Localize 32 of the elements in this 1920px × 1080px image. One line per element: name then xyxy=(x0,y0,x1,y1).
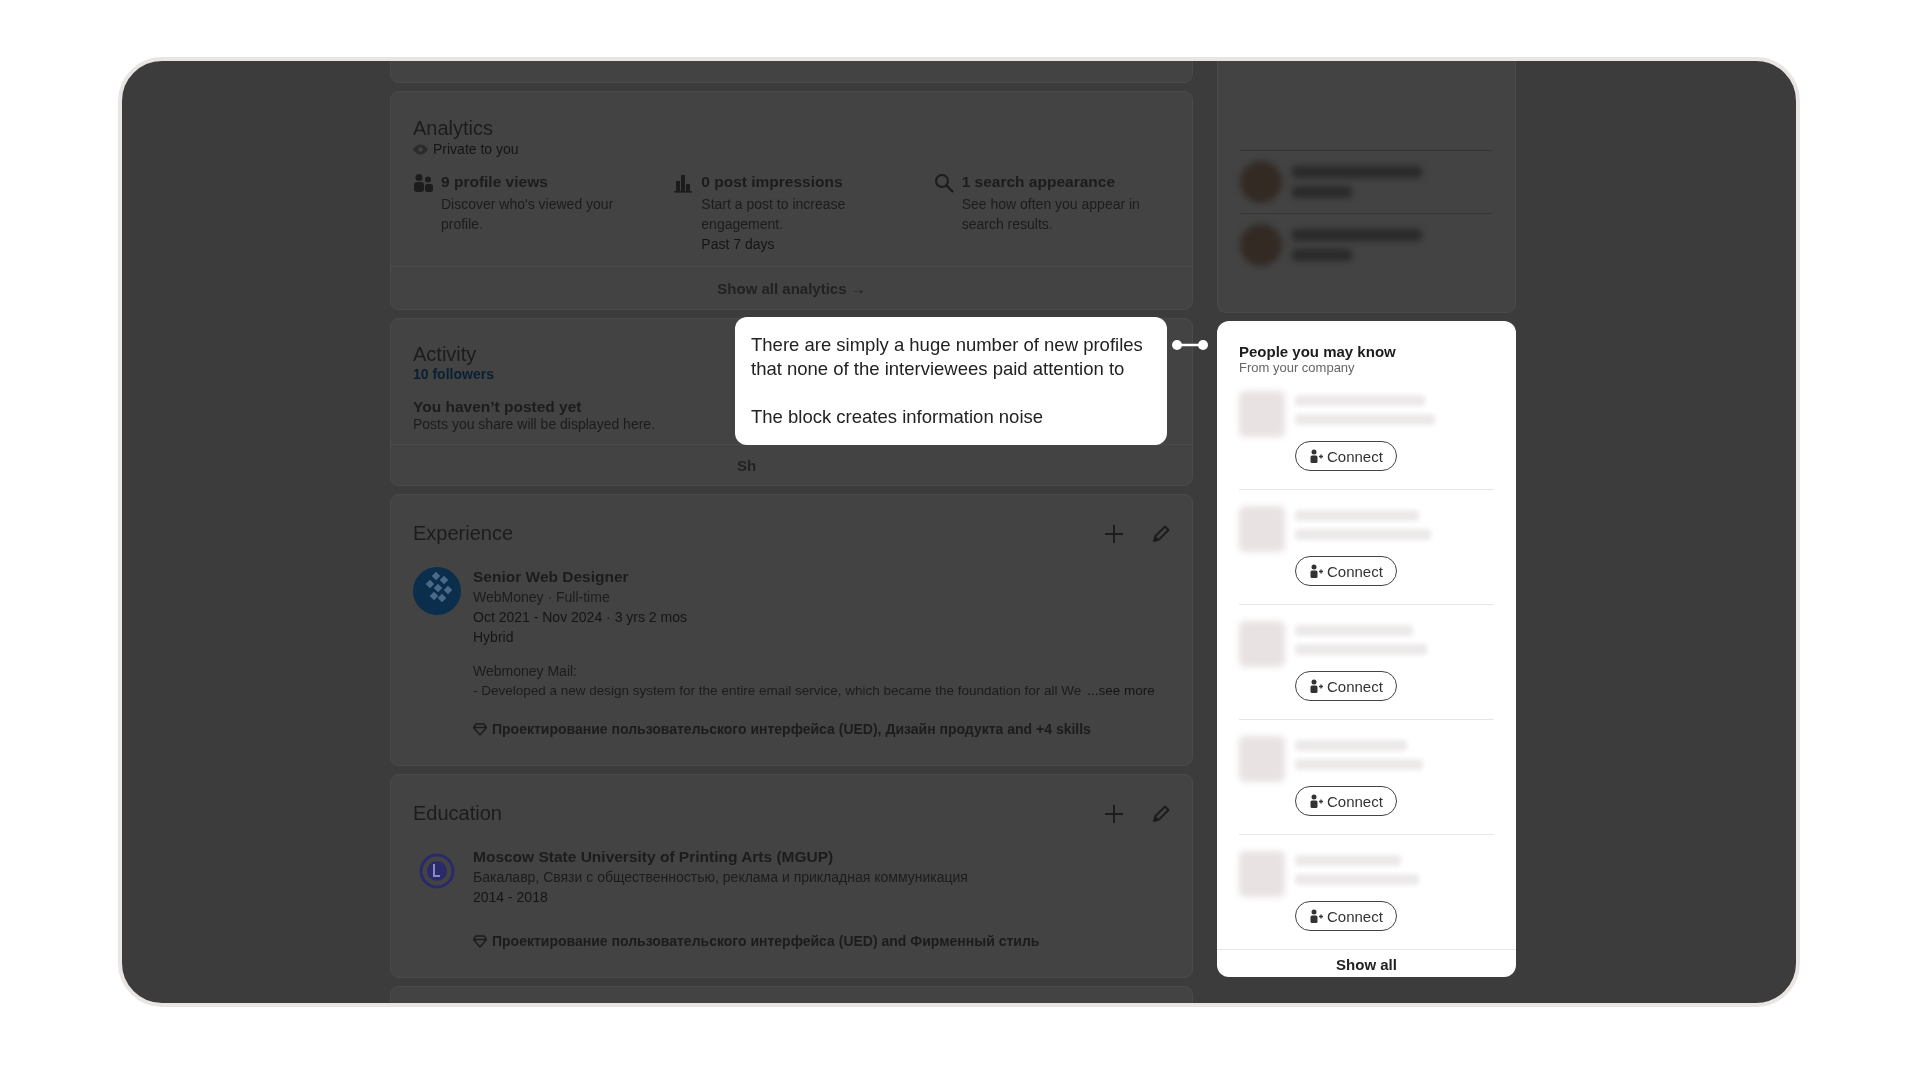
avatar-placeholder xyxy=(1239,506,1285,552)
bar-chart-icon xyxy=(673,173,694,193)
person-plus-icon xyxy=(1309,794,1323,808)
avatar-placeholder xyxy=(1239,391,1285,437)
plus-icon[interactable] xyxy=(1104,523,1124,544)
diamond-icon xyxy=(473,934,487,948)
avatar-placeholder xyxy=(1239,851,1285,897)
connect-button[interactable]: Connect xyxy=(1295,901,1397,931)
callout-text: The block creates information noise xyxy=(751,405,1045,429)
avatar-placeholder xyxy=(1240,161,1282,203)
person-plus-icon xyxy=(1309,449,1323,463)
diamond-icon xyxy=(473,722,487,736)
avatar-placeholder xyxy=(1239,736,1285,782)
eye-icon xyxy=(413,143,428,155)
avatar-placeholder xyxy=(1240,224,1282,266)
connector-line xyxy=(1171,339,1209,351)
connect-button[interactable]: Connect xyxy=(1295,671,1397,701)
person-plus-icon xyxy=(1309,564,1323,578)
panel-title: People you may know xyxy=(1239,343,1397,360)
callout-text: There are simply a huge number of new profiles that none of the interviewees paid attention to xyxy=(751,333,1144,381)
search-icon xyxy=(933,173,954,193)
plus-icon[interactable] xyxy=(1104,803,1124,824)
connect-button[interactable]: Connect xyxy=(1295,441,1397,471)
avatar-placeholder xyxy=(1239,621,1285,667)
show-all-link[interactable]: Show all xyxy=(1336,956,1397,973)
company-logo-icon xyxy=(413,567,461,615)
connect-button[interactable]: Connect xyxy=(1295,786,1397,816)
person-plus-icon xyxy=(1309,679,1323,693)
connect-button[interactable]: Connect xyxy=(1295,556,1397,586)
panel-subtitle: From your company xyxy=(1239,360,1356,375)
people-icon xyxy=(413,173,433,193)
person-plus-icon xyxy=(1309,909,1323,923)
